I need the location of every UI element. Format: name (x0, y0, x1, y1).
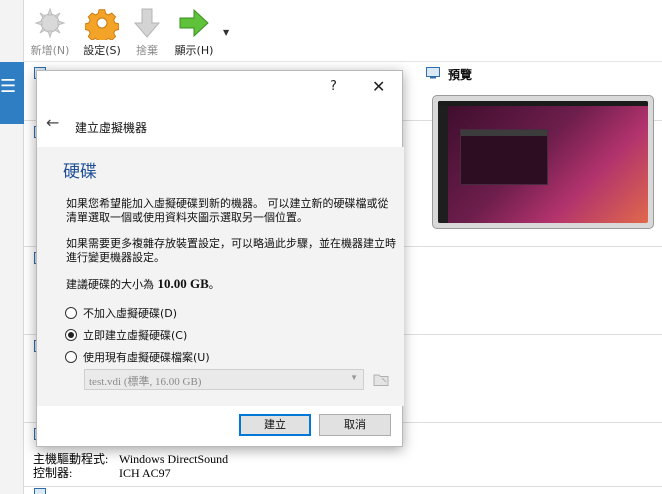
discard-button[interactable]: 捨棄 (122, 6, 172, 58)
help-button[interactable]: ? (330, 79, 337, 94)
arrow-right-icon (179, 8, 209, 38)
cancel-button[interactable]: 取消 (319, 414, 391, 436)
size-prefix: 建議硬碟的大小為 (66, 278, 158, 291)
radio-create-disk[interactable]: 立即建立虛擬硬碟(C) (65, 327, 187, 343)
wizard-title: 建立虛擬機器 (75, 121, 148, 135)
existing-disk-value: test.vdi (標準, 16.00 GB) (89, 376, 202, 388)
vm-list-strip: ☰ (0, 0, 24, 494)
advanced-paragraph: 如果需要更多複雜存放裝置設定，可以略過此步驟，並在機器建立時進行變更機器設定。 (66, 237, 396, 264)
audio-details: 主機驅動程式: Windows DirectSound 控制器: ICH AC97 (33, 452, 228, 480)
audio-driver-label: 主機驅動程式: (33, 452, 109, 466)
settings-button[interactable]: 設定(S) (77, 6, 127, 58)
radio-no-disk[interactable]: 不加入虛擬硬碟(D) (65, 305, 177, 321)
folder-icon (373, 374, 389, 386)
show-button[interactable]: 顯示(H) (169, 6, 219, 58)
discard-button-label: 捨棄 (136, 44, 158, 57)
gear-icon (85, 9, 119, 40)
settings-button-label: 設定(S) (83, 44, 121, 57)
create-vm-dialog: ? ✕ ← 建立虛擬機器 硬碟 如果您希望能加入虛擬硬碟到新的機器。 可以建立新… (36, 70, 404, 447)
radio-indicator[interactable] (65, 351, 77, 363)
arrow-down-icon (133, 8, 161, 38)
radio-label: 立即建立虛擬硬碟(C) (83, 329, 188, 342)
show-button-label: 顯示(H) (174, 44, 214, 57)
network-section-icon (34, 488, 46, 494)
preview-frame (432, 95, 654, 229)
radio-label: 使用現有虛擬硬碟檔案(U) (83, 351, 210, 364)
create-button[interactable]: 建立 (239, 414, 311, 436)
new-icon (34, 7, 66, 39)
recommended-size-text: 建議硬碟的大小為 10.00 GB。 (66, 276, 220, 292)
back-arrow-icon[interactable]: ← (46, 115, 59, 131)
vm-preview-screenshot (438, 101, 648, 223)
menu-icon[interactable]: ☰ (0, 78, 16, 96)
size-value: 10.00 GB (157, 276, 209, 291)
monitor-icon (426, 67, 440, 79)
close-button[interactable]: ✕ (372, 79, 385, 95)
existing-disk-select: test.vdi (標準, 16.00 GB) ▼ (84, 369, 364, 390)
radio-indicator[interactable] (65, 329, 77, 341)
show-dropdown-icon[interactable]: ▼ (223, 28, 229, 37)
chevron-down-icon: ▼ (350, 373, 358, 382)
audio-controller-value: ICH AC97 (119, 466, 171, 480)
new-button-label: 新增(N) (30, 44, 70, 57)
page-title: 硬碟 (63, 162, 97, 182)
section-divider (24, 486, 662, 487)
intro-paragraph: 如果您希望能加入虛擬硬碟到新的機器。 可以建立新的硬碟檔或從清單選取一個或使用資… (66, 197, 389, 224)
preview-title: 預覽 (448, 68, 473, 82)
audio-controller-label: 控制器: (33, 466, 73, 480)
radio-indicator[interactable] (65, 307, 77, 319)
radio-label: 不加入虛擬硬碟(D) (83, 307, 178, 320)
audio-driver-value: Windows DirectSound (119, 452, 229, 466)
new-button[interactable]: 新增(N) (25, 6, 75, 58)
radio-existing-disk[interactable]: 使用現有虛擬硬碟檔案(U) (65, 349, 210, 365)
size-suffix: 。 (208, 278, 220, 291)
